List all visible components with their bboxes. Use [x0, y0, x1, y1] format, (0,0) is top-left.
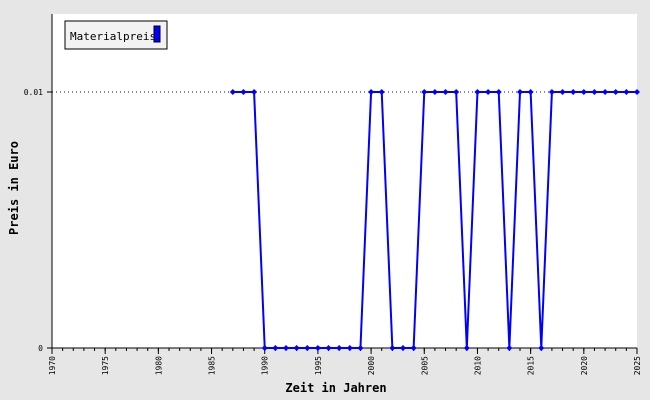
legend-label: Materialpreis [70, 30, 156, 43]
legend-swatch [153, 25, 161, 43]
x-tick-label: 1980 [154, 356, 163, 375]
x-tick-label: 1995 [314, 356, 323, 375]
y-tick-label: 0.01 [24, 88, 43, 97]
x-tick-label: 1990 [261, 356, 270, 375]
x-tick-label: 2010 [473, 356, 482, 375]
x-tick-label: 1985 [208, 356, 217, 375]
legend: Materialpreis [64, 20, 168, 50]
plot-area [52, 14, 637, 348]
x-tick-label: 1970 [48, 356, 57, 375]
x-tick-label: 2025 [633, 356, 642, 375]
chart-svg: 1970 1975 1980 1985 1990 1995 2000 2005 2010 2015… [0, 0, 650, 400]
x-axis-label: Zeit in Jahren [285, 381, 386, 395]
x-tick-label: 2000 [367, 356, 376, 375]
y-tick-label: 0 [38, 344, 43, 353]
y-axis-label: Preis in Euro [7, 141, 21, 235]
x-tick-label: 2015 [527, 356, 536, 375]
x-tick-label: 2005 [420, 356, 429, 375]
x-tick-label: 1975 [101, 356, 110, 375]
chart: 1970 1975 1980 1985 1990 1995 2000 2005 2010 2015… [0, 0, 650, 400]
x-tick-label: 2020 [580, 356, 589, 375]
